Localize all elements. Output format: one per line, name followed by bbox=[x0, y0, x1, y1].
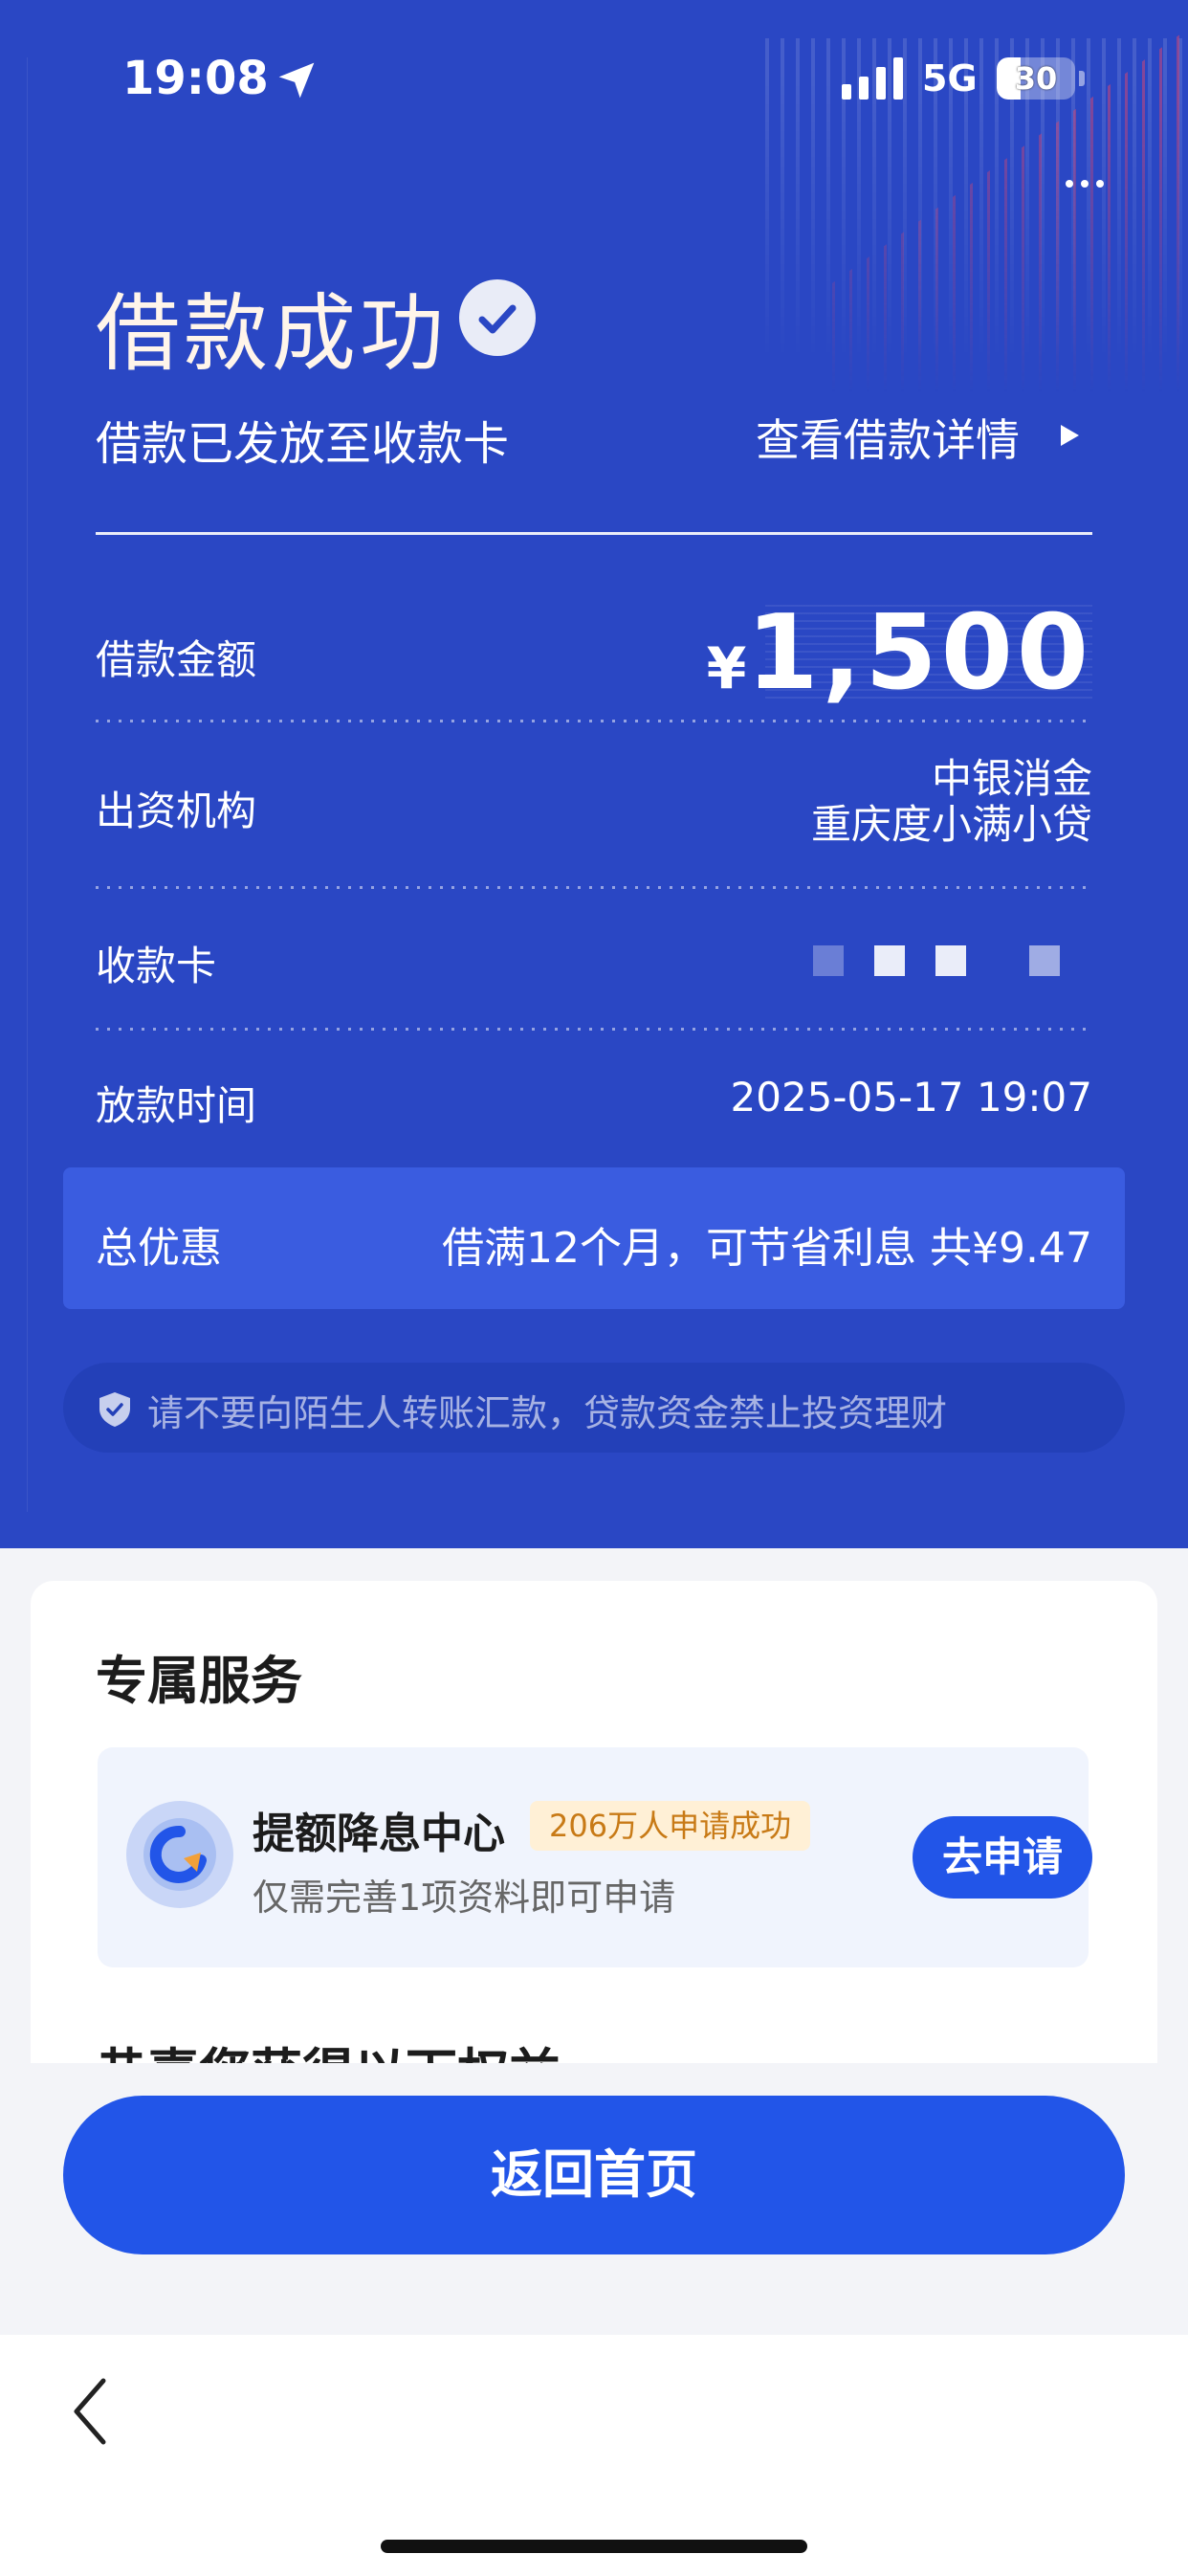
divider bbox=[96, 532, 1092, 535]
warning-text: 请不要向陌生人转账汇款，贷款资金禁止投资理财 bbox=[147, 1392, 948, 1434]
back-chevron-icon[interactable] bbox=[67, 2373, 115, 2450]
safety-warning: 请不要向陌生人转账汇款，贷款资金禁止投资理财 bbox=[63, 1363, 1125, 1453]
masked-card-block bbox=[1029, 945, 1060, 976]
hero-section: 19:08 5G 30 借款成功 借款已发放至收款卡 查看借款详情 借款金额 ¥… bbox=[0, 0, 1188, 1548]
masked-card-block bbox=[874, 945, 905, 976]
discount-bar: 总优惠 借满12个月，可节省利息 共¥9.47 bbox=[63, 1167, 1125, 1309]
discount-value: 借满12个月，可节省利息 共¥9.47 bbox=[442, 1224, 1092, 1273]
page-subtitle: 借款已发放至收款卡 bbox=[96, 417, 510, 471]
amount-value: 1,500 bbox=[746, 593, 1092, 713]
play-arrow-icon[interactable] bbox=[1058, 423, 1081, 448]
card-label: 收款卡 bbox=[96, 943, 217, 989]
status-time: 19:08 bbox=[122, 52, 269, 105]
loan-detail-link[interactable]: 查看借款详情 bbox=[756, 406, 1020, 469]
masked-card-block bbox=[813, 945, 844, 976]
service-logo-icon bbox=[126, 1801, 233, 1908]
service-item[interactable]: 提额降息中心 206万人申请成功 仅需完善1项资料即可申请 去申请 bbox=[98, 1747, 1092, 1967]
lender-value: 中银消金 重庆度小满小贷 bbox=[811, 756, 1092, 848]
shield-icon bbox=[99, 1392, 130, 1427]
watermark-strip bbox=[27, 57, 41, 1512]
network-type: 5G bbox=[922, 57, 978, 100]
discount-label: 总优惠 bbox=[96, 1224, 222, 1273]
apply-button[interactable]: 去申请 bbox=[913, 1816, 1092, 1899]
page-title: 借款成功 bbox=[96, 284, 449, 383]
lender-line-2: 重庆度小满小贷 bbox=[810, 801, 1092, 848]
check-badge-icon bbox=[459, 279, 536, 356]
home-indicator bbox=[381, 2540, 807, 2553]
service-badge: 206万人申请成功 bbox=[530, 1801, 811, 1851]
battery-percent: 30 bbox=[1014, 60, 1058, 97]
currency-symbol: ¥ bbox=[706, 635, 747, 702]
dotted-divider bbox=[96, 720, 1092, 722]
battery-icon: 30 bbox=[997, 57, 1075, 100]
signal-icon bbox=[842, 57, 903, 100]
time-label: 放款时间 bbox=[96, 1082, 257, 1129]
service-name: 提额降息中心 bbox=[253, 1810, 505, 1858]
location-arrow-icon bbox=[278, 62, 315, 99]
dotted-divider bbox=[96, 1028, 1092, 1031]
service-description: 仅需完善1项资料即可申请 bbox=[253, 1876, 676, 1919]
time-value: 2025-05-17 19:07 bbox=[730, 1074, 1092, 1121]
battery-nub bbox=[1079, 71, 1085, 86]
lender-line-1: 中银消金 bbox=[931, 755, 1092, 802]
dotted-divider bbox=[96, 886, 1092, 889]
amount-label: 借款金额 bbox=[96, 636, 257, 683]
masked-card-block bbox=[935, 945, 966, 976]
services-title: 专属服务 bbox=[96, 1651, 302, 1711]
return-home-button[interactable]: 返回首页 bbox=[63, 2096, 1125, 2254]
more-dots-icon[interactable] bbox=[1062, 165, 1108, 203]
loan-amount: ¥1,500 bbox=[707, 593, 1092, 713]
lender-label: 出资机构 bbox=[96, 788, 257, 834]
